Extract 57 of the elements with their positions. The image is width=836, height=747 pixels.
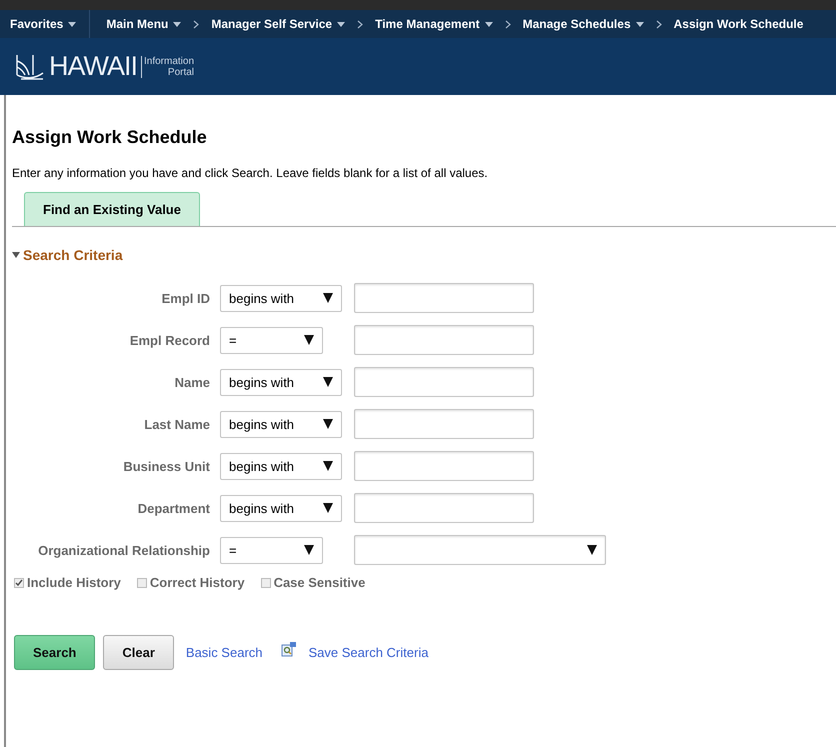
input-field[interactable] — [354, 493, 534, 523]
clear-button[interactable]: Clear — [103, 635, 174, 670]
magnifier-document-icon[interactable] — [280, 640, 296, 656]
checkbox-label: Correct History — [150, 575, 245, 590]
value-dropdown[interactable] — [354, 535, 606, 565]
collapse-triangle-icon[interactable] — [12, 252, 20, 258]
search-button[interactable]: Search — [14, 635, 96, 670]
instructions-text: Enter any information you have and click Search. Leave fields blank for a list of all values. — [12, 166, 489, 180]
link[interactable]: Save Search Criteria — [308, 645, 428, 660]
input-field[interactable] — [354, 325, 534, 355]
nav-menu-item[interactable]: Main Menu — [100, 17, 188, 31]
logo-subtitle: Information — [144, 56, 194, 66]
nav-menu-item[interactable]: Manager Self Service — [205, 17, 352, 31]
chevron-icon — [357, 20, 364, 28]
operator-dropdown[interactable]: = — [220, 536, 323, 564]
checkbox[interactable] — [14, 578, 24, 588]
operator-dropdown[interactable]: begins with — [220, 452, 342, 480]
field-label: Name — [174, 374, 210, 390]
checkbox[interactable] — [260, 578, 271, 588]
section-heading[interactable]: Search Criteria — [23, 247, 123, 263]
operator-dropdown[interactable]: begins with — [220, 494, 342, 522]
dropdown-arrow-icon — [323, 503, 333, 513]
field-label: Empl ID — [160, 290, 210, 306]
checkbox[interactable] — [136, 578, 147, 588]
dropdown-arrow-icon — [304, 545, 314, 555]
tab[interactable]: Find an Existing Value — [24, 192, 200, 226]
dropdown-arrow-icon — [304, 335, 314, 345]
nav-menu-item[interactable]: Manage Schedules — [516, 17, 650, 31]
field-label: Last Name — [143, 416, 210, 432]
dropdown-arrow-icon — [323, 293, 333, 303]
input-field[interactable] — [354, 451, 534, 481]
logo-subtitle: Portal — [168, 66, 194, 78]
operator-dropdown[interactable]: begins with — [220, 284, 342, 312]
dropdown-arrow-icon — [323, 419, 333, 429]
logo-text: HAWAII — [49, 53, 137, 80]
chevron-icon — [656, 20, 662, 28]
field-label: Business Unit — [122, 458, 210, 474]
input-field[interactable] — [354, 367, 534, 397]
input-field[interactable] — [354, 283, 534, 313]
field-label: Organizational Relationship — [37, 542, 210, 558]
input-field[interactable] — [354, 409, 534, 439]
dropdown-arrow-icon — [323, 461, 333, 471]
checkbox-label: Case Sensitive — [274, 575, 366, 590]
operator-dropdown[interactable]: = — [220, 326, 323, 354]
link[interactable]: Basic Search — [186, 645, 262, 660]
dropdown-arrow-icon — [323, 377, 333, 387]
nav-menu-item[interactable]: Time Management — [369, 17, 499, 31]
chevron-icon — [504, 20, 511, 28]
field-label: Empl Record — [128, 332, 210, 348]
operator-dropdown[interactable]: begins with — [220, 368, 342, 396]
field-label: Department — [136, 500, 210, 516]
page-title: Assign Work Schedule — [12, 126, 208, 148]
dropdown-arrow-icon — [587, 545, 597, 555]
nav-menu-item[interactable]: Assign Work Schedule — [668, 17, 810, 31]
chevron-icon — [193, 20, 200, 28]
checkbox-label: Include History — [27, 575, 121, 590]
operator-dropdown[interactable]: begins with — [220, 410, 342, 438]
